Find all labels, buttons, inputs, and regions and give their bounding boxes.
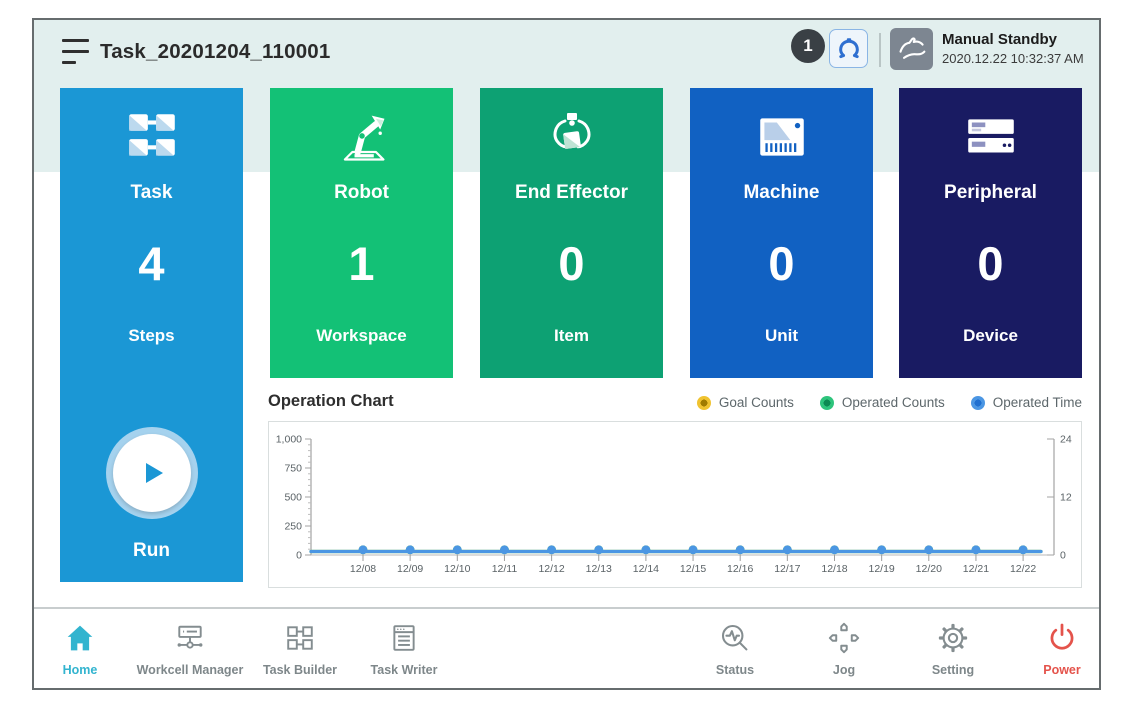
run-button[interactable] <box>106 427 198 519</box>
card-label: Robot <box>270 182 453 204</box>
svg-text:0: 0 <box>1060 550 1066 562</box>
chart-title: Operation Chart <box>268 392 394 411</box>
card-label: Machine <box>690 182 873 204</box>
notification-badge[interactable]: 1 <box>791 29 825 63</box>
svg-text:1,000: 1,000 <box>276 434 302 446</box>
card-unit: Unit <box>690 326 873 346</box>
legend-dot-icon <box>971 396 985 410</box>
svg-text:12/18: 12/18 <box>821 563 847 575</box>
svg-text:12/14: 12/14 <box>633 563 659 575</box>
operation-chart: 1,000 750 500 250 0 24 12 0 12/08 12/09 12/10 12/11… <box>268 421 1082 588</box>
card-value: 1 <box>270 236 453 291</box>
nav-label: Task Writer <box>334 663 474 677</box>
gripper-icon <box>836 36 862 62</box>
card-peripheral[interactable]: Peripheral 0 Device <box>899 88 1082 378</box>
task-writer-icon <box>334 621 474 655</box>
svg-text:12/21: 12/21 <box>963 563 989 575</box>
card-unit: Workspace <box>270 326 453 346</box>
mode-status: Manual Standby 2020.12.22 10:32:37 AM <box>942 31 1084 66</box>
gripper-button[interactable] <box>829 29 868 68</box>
hand-icon <box>896 34 928 64</box>
bottom-nav: Home Workcell Manager Task Builder Task … <box>34 609 1099 688</box>
legend-dot-icon <box>697 396 711 410</box>
svg-text:500: 500 <box>284 492 302 504</box>
card-end-effector[interactable]: End Effector 0 Item <box>480 88 663 378</box>
svg-text:12/10: 12/10 <box>444 563 470 575</box>
card-robot[interactable]: Robot 1 Workspace <box>270 88 453 378</box>
svg-text:12/16: 12/16 <box>727 563 753 575</box>
legend-item: Operated Counts <box>820 395 945 410</box>
machine-icon <box>690 106 873 168</box>
card-value: 4 <box>60 236 243 291</box>
svg-text:12/15: 12/15 <box>680 563 706 575</box>
card-unit: Device <box>899 326 1082 346</box>
svg-text:12/11: 12/11 <box>492 563 518 575</box>
end-effector-icon <box>480 106 663 168</box>
app-window: Task_20201204_110001 1 Manual Standby 20… <box>32 18 1101 690</box>
menu-button[interactable] <box>62 38 89 64</box>
svg-text:12/22: 12/22 <box>1010 563 1036 575</box>
card-label: Peripheral <box>899 182 1082 204</box>
mode-timestamp: 2020.12.22 10:32:37 AM <box>942 51 1084 66</box>
legend-dot-icon <box>820 396 834 410</box>
legend-item: Goal Counts <box>697 395 794 410</box>
svg-text:24: 24 <box>1060 434 1072 446</box>
svg-text:12/20: 12/20 <box>916 563 942 575</box>
nav-item-power[interactable]: Power <box>992 621 1132 677</box>
card-machine[interactable]: Machine 0 Unit <box>690 88 873 378</box>
card-task[interactable]: Task 4 Steps Run <box>60 88 243 582</box>
legend-label: Operated Time <box>993 395 1082 410</box>
svg-text:12/13: 12/13 <box>586 563 612 575</box>
nav-label: Power <box>992 663 1132 677</box>
card-label: Task <box>60 182 243 204</box>
card-unit: Steps <box>60 326 243 346</box>
svg-text:12/12: 12/12 <box>538 563 564 575</box>
task-icon <box>60 106 243 168</box>
run-label: Run <box>60 540 243 562</box>
header-divider <box>879 33 881 67</box>
screen: Task_20201204_110001 1 Manual Standby 20… <box>0 0 1134 708</box>
svg-text:0: 0 <box>296 550 302 562</box>
chart-legend: Goal Counts Operated Counts Operated Time <box>697 395 1082 410</box>
svg-text:12/09: 12/09 <box>397 563 423 575</box>
svg-text:12: 12 <box>1060 492 1072 504</box>
page-title: Task_20201204_110001 <box>100 40 331 64</box>
robot-icon <box>270 106 453 168</box>
mode-label: Manual Standby <box>942 31 1084 48</box>
legend-label: Goal Counts <box>719 395 794 410</box>
card-value: 0 <box>899 236 1082 291</box>
card-unit: Item <box>480 326 663 346</box>
svg-text:250: 250 <box>284 521 302 533</box>
peripheral-icon <box>899 106 1082 168</box>
chart-canvas: 1,000 750 500 250 0 24 12 0 12/08 12/09 12/10 12/11… <box>269 422 1081 587</box>
nav-item-task-writer[interactable]: Task Writer <box>334 621 474 677</box>
card-value: 0 <box>480 236 663 291</box>
power-icon <box>992 621 1132 655</box>
svg-text:12/17: 12/17 <box>774 563 800 575</box>
legend-label: Operated Counts <box>842 395 945 410</box>
manual-mode-button[interactable] <box>890 28 933 70</box>
svg-text:12/19: 12/19 <box>869 563 895 575</box>
legend-item: Operated Time <box>971 395 1082 410</box>
svg-text:12/08: 12/08 <box>350 563 376 575</box>
card-value: 0 <box>690 236 873 291</box>
play-icon <box>113 434 191 512</box>
svg-text:750: 750 <box>284 463 302 475</box>
card-label: End Effector <box>480 182 663 204</box>
